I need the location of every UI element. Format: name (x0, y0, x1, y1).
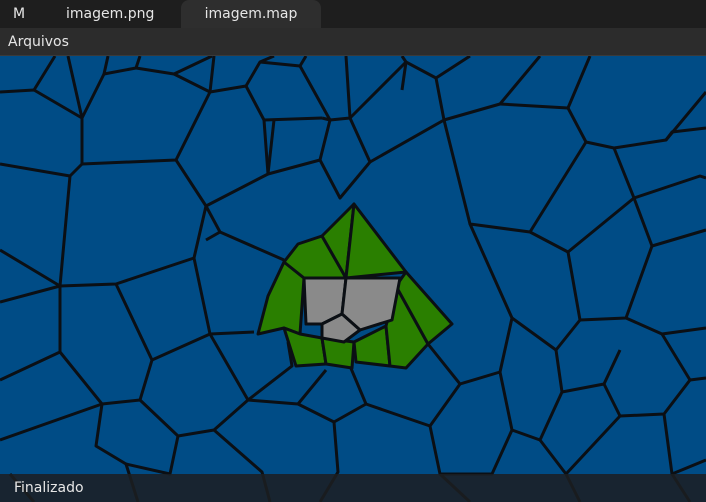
menu-arquivos[interactable]: Arquivos (8, 28, 69, 56)
menu-bar: Arquivos (0, 28, 706, 56)
tab-bar: M imagem.png imagem.map (0, 0, 706, 28)
voronoi-map (0, 56, 706, 502)
voronoi-map-canvas[interactable] (0, 56, 706, 502)
tab-imagem-map[interactable]: imagem.map (181, 0, 321, 28)
status-text: Finalizado (14, 480, 84, 496)
status-bar: Finalizado (0, 474, 706, 502)
tab-imagem-png[interactable]: imagem.png (66, 0, 154, 28)
tab-app-menu[interactable]: M (13, 0, 33, 28)
